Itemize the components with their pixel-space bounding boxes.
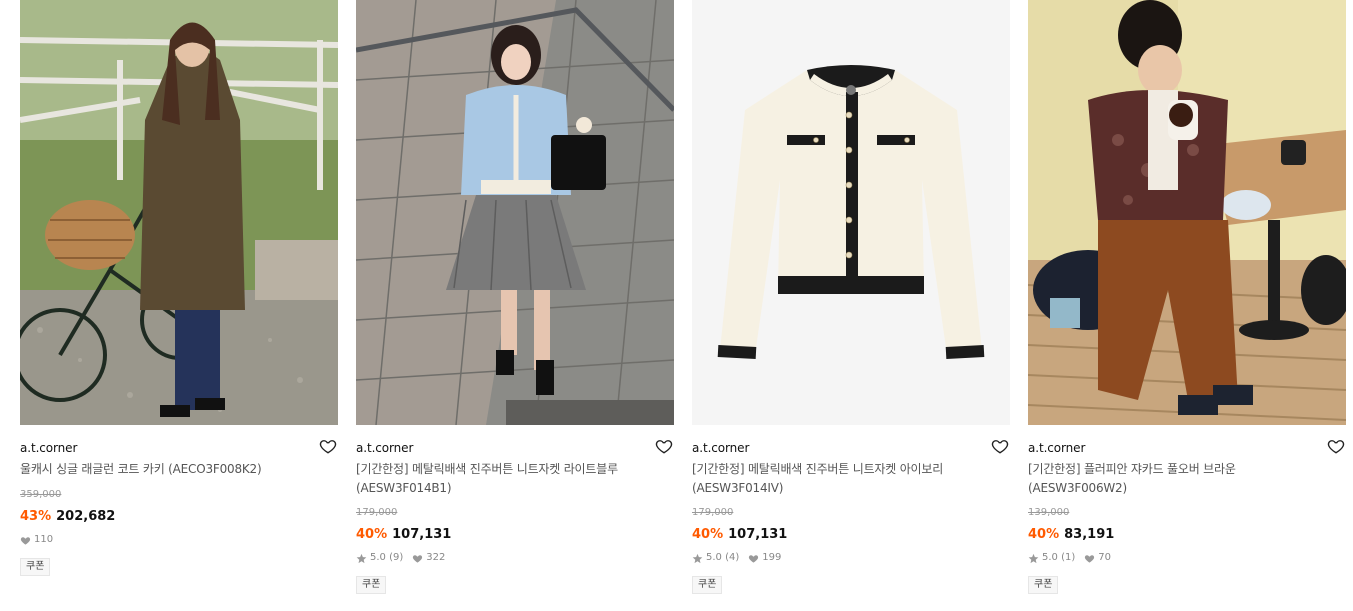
review-count: (1) [1061,552,1076,563]
price-line: 40% 107,131 [356,524,674,542]
coupon-badge: 쿠폰 [20,558,51,576]
star-icon [1028,553,1039,564]
discount-rate: 43% [20,509,52,524]
product-name[interactable]: [기간한정] 메탈릭배색 진주버튼 니트자켓 라이트블루 (AESW3F014B… [356,460,656,498]
like-count: 322 [426,552,446,563]
product-image[interactable] [692,0,1010,425]
heart-filled-icon [412,553,423,564]
product-name[interactable]: 울캐시 싱글 래글런 코트 카키 (AECO3F008K2) [20,460,320,479]
original-price: 179,000 [692,507,734,518]
like-count: 70 [1098,552,1111,563]
product-image[interactable] [20,0,338,425]
heart-outline-icon[interactable] [655,437,673,455]
product-photo-coat [20,0,338,425]
coupon-badge: 쿠폰 [692,576,723,594]
product-meta: 5.0 (9) 322 [356,551,674,565]
heart-outline-icon[interactable] [319,437,337,455]
coupon-badge: 쿠폰 [356,576,387,594]
sale-price: 107,131 [392,527,452,542]
brand-row: a.t.corner [20,438,338,458]
price-info: 179,000 40% 107,131 5.0 (4) 199 쿠폰 [692,506,1010,594]
product-photo-blue-jacket [356,0,674,425]
review-count: (9) [389,552,404,563]
like-count: 199 [762,552,782,563]
brand-row: a.t.corner [356,438,674,458]
price-info: 139,000 40% 83,191 5.0 (1) 70 쿠폰 [1028,506,1346,594]
star-icon [356,553,367,564]
product-card[interactable]: a.t.corner [기간한정] 플러피안 쟈카드 풀오버 브라운 (AESW… [1028,0,1346,611]
heart-outline-icon[interactable] [1327,437,1345,455]
product-meta: 5.0 (1) 70 [1028,551,1346,565]
original-price: 179,000 [356,507,398,518]
rating-value: 5.0 [706,552,722,563]
sale-price: 83,191 [1064,527,1115,542]
product-meta: 110 [20,533,338,547]
product-photo-brown-pullover [1028,0,1346,425]
discount-rate: 40% [1028,527,1060,542]
product-card[interactable]: a.t.corner [기간한정] 메탈릭배색 진주버튼 니트자켓 아이보리 (… [692,0,1010,611]
likes-group: 199 [748,551,781,565]
discount-rate: 40% [356,527,388,542]
product-card[interactable]: a.t.corner [기간한정] 메탈릭배색 진주버튼 니트자켓 라이트블루 … [356,0,674,611]
product-image[interactable] [1028,0,1346,425]
brand-name[interactable]: a.t.corner [1028,439,1085,457]
original-price: 359,000 [20,489,62,500]
product-grid: a.t.corner 울캐시 싱글 래글런 코트 카키 (AECO3F008K2… [20,0,1350,611]
likes-group: 70 [1084,551,1111,565]
rating-group: 5.0 (4) [692,551,739,565]
heart-filled-icon [748,553,759,564]
rating-value: 5.0 [1042,552,1058,563]
price-info: 179,000 40% 107,131 5.0 (9) 322 쿠폰 [356,506,674,594]
sale-price: 107,131 [728,527,788,542]
rating-group: 5.0 (1) [1028,551,1075,565]
product-card[interactable]: a.t.corner 울캐시 싱글 래글런 코트 카키 (AECO3F008K2… [20,0,338,611]
star-icon [692,553,703,564]
heart-filled-icon [20,535,31,546]
price-line: 40% 107,131 [692,524,1010,542]
discount-rate: 40% [692,527,724,542]
price-line: 40% 83,191 [1028,524,1346,542]
price-line: 43% 202,682 [20,506,338,524]
like-count: 110 [34,534,54,545]
brand-row: a.t.corner [692,438,1010,458]
product-name[interactable]: [기간한정] 플러피안 쟈카드 풀오버 브라운 (AESW3F006W2) [1028,460,1328,498]
product-meta: 5.0 (4) 199 [692,551,1010,565]
likes-group: 322 [412,551,445,565]
brand-name[interactable]: a.t.corner [692,439,749,457]
heart-filled-icon [1084,553,1095,564]
heart-outline-icon[interactable] [991,437,1009,455]
product-image[interactable] [356,0,674,425]
brand-name[interactable]: a.t.corner [356,439,413,457]
original-price: 139,000 [1028,507,1070,518]
coupon-badge: 쿠폰 [1028,576,1059,594]
rating-group: 5.0 (9) [356,551,403,565]
product-photo-ivory-cardigan [692,0,1010,425]
likes-group: 110 [20,533,53,547]
product-name[interactable]: [기간한정] 메탈릭배색 진주버튼 니트자켓 아이보리 (AESW3F014IV… [692,460,992,498]
price-info: 359,000 43% 202,682 110 쿠폰 [20,488,338,576]
brand-row: a.t.corner [1028,438,1346,458]
review-count: (4) [725,552,740,563]
rating-value: 5.0 [370,552,386,563]
brand-name[interactable]: a.t.corner [20,439,77,457]
sale-price: 202,682 [56,509,116,524]
